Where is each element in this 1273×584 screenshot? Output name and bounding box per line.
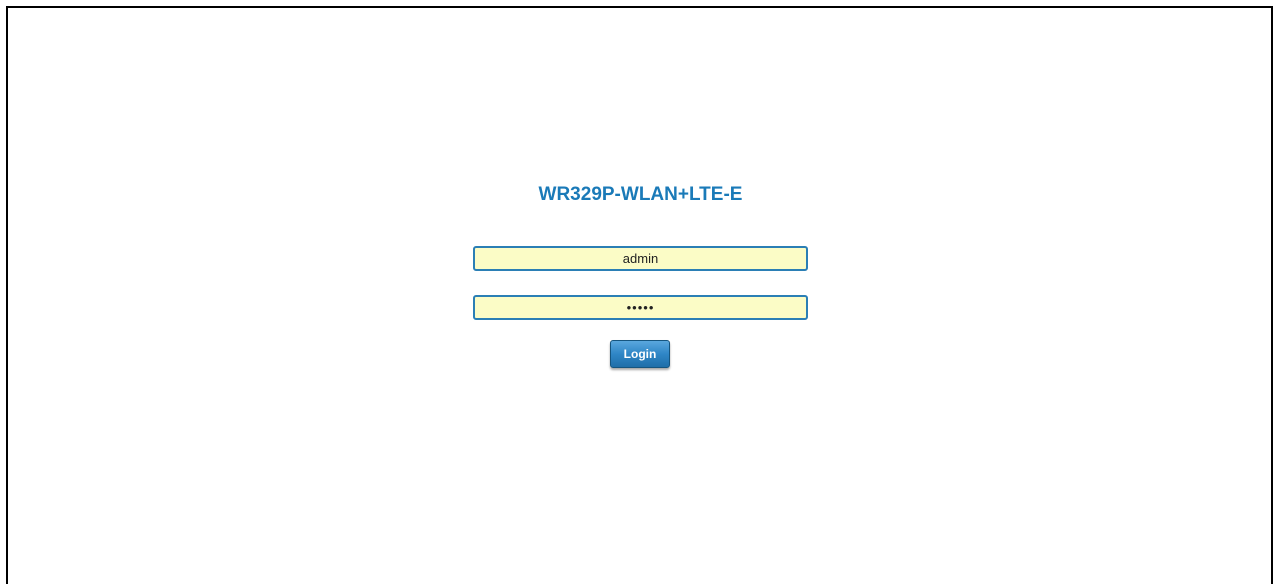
- password-input[interactable]: [473, 295, 808, 320]
- username-input[interactable]: [473, 246, 808, 271]
- device-title: WR329P-WLAN+LTE-E: [538, 184, 743, 205]
- login-button[interactable]: Login: [610, 340, 670, 368]
